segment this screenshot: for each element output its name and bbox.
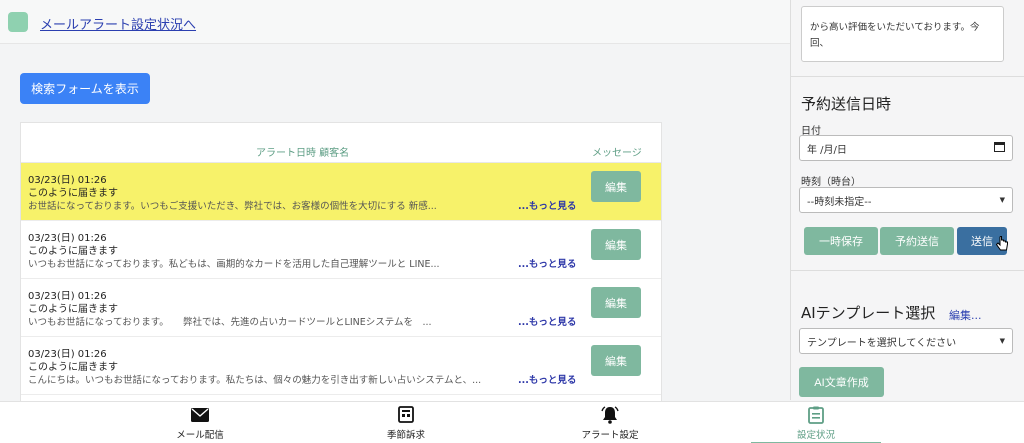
show-search-form-button[interactable]: 検索フォームを表示 [20,73,150,104]
tab-label: 季節訴求 [386,429,425,441]
row-preview: いつもお世話になっております。 弊社では、先進の占いカードツールとLINEシステ… [28,317,432,328]
show-more-link[interactable]: ...もっと見る [518,314,576,328]
caret-down-icon: ▼ [999,196,1005,204]
template-select-value: テンプレートを選択してください [807,337,957,349]
divider [791,270,1024,271]
message-editor-panel: から高い評価をいただいております。今回、 予約送信日時 日付 年 /月/日 時刻… [790,0,1024,400]
divider [791,76,1024,77]
edit-button[interactable]: 編集 [591,345,641,376]
time-label: 時刻（時台） [801,177,861,188]
edit-button[interactable]: 編集 [591,287,641,318]
tab-label: メール配信 [176,429,224,441]
mail-alert-status-link[interactable]: メールアラート設定状況へ [40,14,196,33]
ai-template-title: AIテンプレート選択 [801,304,936,322]
date-placeholder: 年 /月/日 [807,144,847,156]
edit-button[interactable]: 編集 [591,229,641,260]
tab-alert[interactable]: アラート設定 [545,402,675,443]
column-header-alert: アラート日時 顧客名 [256,148,350,159]
ai-create-button[interactable]: AI文章作成 [799,367,884,397]
row-subject: このように届きます [28,246,118,257]
hand-cursor-icon [995,235,1008,256]
show-more-link[interactable]: ...もっと見る [518,372,576,386]
calendar-icon[interactable] [994,141,1005,155]
row-subject: このように届きます [28,304,118,315]
message-textarea[interactable]: から高い評価をいただいております。今回、 [801,6,1004,62]
template-edit-link[interactable]: 編集... [949,307,982,323]
top-bar: メールアラート設定状況へ [0,0,790,44]
schedule-send-button[interactable]: 予約送信 [880,227,954,255]
tab-label: アラート設定 [581,429,639,441]
row-preview: お世話になっております。いつもご支援いただき、弊社では、お客様の個性を大切にする… [28,201,437,212]
newspaper-icon [398,406,414,424]
table-header: アラート日時 顧客名 メッセージ [21,123,661,163]
status-square [8,12,28,32]
alert-table: アラート日時 顧客名 メッセージ 03/23(日) 01:26 このように届きま… [20,122,662,402]
tab-mail[interactable]: メール配信 [135,402,265,443]
envelope-icon [191,406,209,424]
show-more-link[interactable]: ...もっと見る [518,198,576,212]
tab-settings-status[interactable]: 設定状況 [751,402,881,443]
bell-icon [601,405,619,424]
time-select[interactable]: --時刻未指定-- ▼ [799,187,1013,213]
row-subject: このように届きます [28,362,118,373]
bottom-tab-bar: メール配信 季節訴求 アラート設定 設定状況 [0,401,1024,443]
edit-button[interactable]: 編集 [591,171,641,202]
row-subject: このように届きます [28,188,118,199]
clipboard-icon [808,406,824,424]
row-preview: いつもお世話になっております。私どもは、画期的なカードを活用した自己理解ツールと… [28,259,440,270]
row-preview: こんにちは。いつもお世話になっております。私たちは、個々の魅力を引き出す新しい占… [28,375,482,386]
show-more-link[interactable]: ...もっと見る [518,256,576,270]
template-select[interactable]: テンプレートを選択してください ▼ [799,328,1013,354]
date-input[interactable]: 年 /月/日 [799,135,1013,161]
table-row: 03/23(日) 01:26 このように届きます いつもお世話になっております。… [21,279,661,337]
temp-save-button[interactable]: 一時保存 [804,227,878,255]
tab-label: 設定状況 [796,429,835,441]
column-header-message: メッセージ [592,148,642,159]
tab-season[interactable]: 季節訴求 [341,402,471,443]
table-row: 03/23(日) 01:26 このように届きます いつもお世話になっております。… [21,221,661,279]
time-select-value: --時刻未指定-- [807,196,872,208]
caret-down-icon: ▼ [999,337,1005,345]
schedule-title: 予約送信日時 [801,95,892,113]
table-row: 03/23(日) 01:26 このように届きます こんにちは。いつもお世話になっ… [21,337,661,395]
table-row: 03/23(日) 01:26 このように届きます お世話になっております。いつも… [21,163,661,221]
